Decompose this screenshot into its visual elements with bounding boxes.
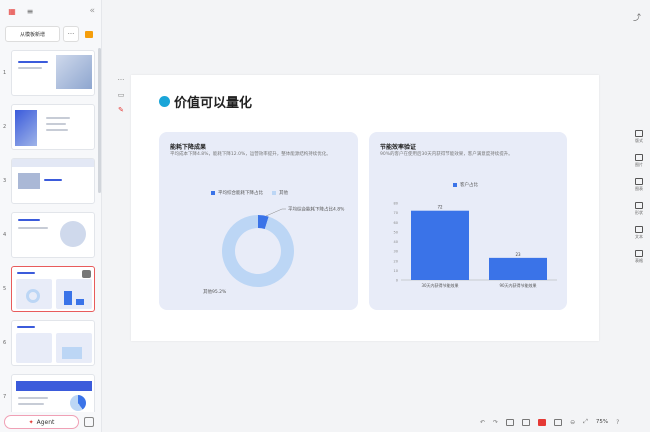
rail-label: 图表 xyxy=(635,186,643,191)
rail-label: 版式 xyxy=(635,138,643,143)
reading-view-icon[interactable] xyxy=(554,418,563,426)
help-icon[interactable]: ? xyxy=(616,419,619,426)
slide-view-icon[interactable] xyxy=(538,418,547,426)
title-bullet-icon xyxy=(159,96,170,107)
notes-icon[interactable] xyxy=(506,418,515,426)
energy-reduction-card[interactable]: 能耗下降成果 平均成本下降4.8%，能耗下降12.0%，运营效率提升，整体能源结… xyxy=(159,132,358,310)
efficiency-card[interactable]: 节能效率验证 90%的客户在使用后30天内获得节能效果，客户满意度持续提升。 客… xyxy=(369,132,567,310)
sparkle-icon: ✦ xyxy=(28,418,34,426)
slide-thumbnail[interactable] xyxy=(11,50,95,96)
more-options-button[interactable]: ··· xyxy=(63,26,79,42)
slide-thumbnail-list: 1 2 3 4 5 6 7 xyxy=(0,48,98,412)
rail-item-chart[interactable]: 图表 xyxy=(635,178,643,192)
slide-number: 5 xyxy=(3,286,7,292)
bar-data-label: 23 xyxy=(515,252,521,257)
y-tick-label: 30 xyxy=(394,250,398,254)
magic-icon[interactable]: ✎ xyxy=(118,106,124,114)
slide-canvas[interactable]: 价值可以量化 能耗下降成果 平均成本下降4.8%，能耗下降12.0%，运营效率提… xyxy=(131,75,599,341)
slide-tool-strip: ··· ▭ ✎ xyxy=(114,76,128,114)
slide-number: 2 xyxy=(3,124,7,130)
bar-data-label: 72 xyxy=(437,205,443,210)
new-slide-from-template-button[interactable]: 从模板新增 xyxy=(5,26,60,42)
image-icon xyxy=(635,154,643,161)
slide-thumbnail-row[interactable]: 5 xyxy=(0,266,98,314)
slide-thumbnail[interactable] xyxy=(11,212,95,258)
slide-number: 4 xyxy=(3,232,7,238)
pie-data-label: 其他95.2% xyxy=(203,288,227,295)
table-icon xyxy=(635,250,643,257)
y-tick-label: 50 xyxy=(394,230,398,234)
slide-thumbnail-row[interactable]: 3 xyxy=(0,158,98,206)
agent-button-label: Agent xyxy=(36,418,55,426)
slide-title-text: 价值可以量化 xyxy=(174,96,253,111)
y-tick-label: 70 xyxy=(394,211,398,215)
right-tool-rail: 版式图片图表形状文本表格 xyxy=(630,130,648,264)
share-icon[interactable]: ⤴ xyxy=(633,12,641,23)
zoom-out-icon[interactable]: ⊖ xyxy=(570,419,575,426)
redo-icon[interactable]: ↷ xyxy=(493,419,498,426)
slide-thumbnail[interactable] xyxy=(11,320,95,366)
rail-item-layout[interactable]: 版式 xyxy=(635,130,643,144)
app-window: ▦ ≡ « 从模板新增 ··· 1234567 ✦ Agent ··· ▭ ✎ … xyxy=(0,0,650,432)
insert-image-icon[interactable] xyxy=(82,26,96,42)
frame-icon[interactable]: ▭ xyxy=(118,91,125,99)
fit-screen-icon[interactable]: ⤢ xyxy=(583,418,588,426)
slide-thumbnail-row[interactable]: 7 xyxy=(0,374,98,412)
slide-number: 1 xyxy=(3,70,7,76)
y-tick-label: 40 xyxy=(394,240,398,244)
y-tick-label: 10 xyxy=(394,269,398,273)
rail-item-image[interactable]: 图片 xyxy=(635,154,643,168)
y-tick-label: 0 xyxy=(396,279,398,283)
slide-thumbnail[interactable] xyxy=(11,158,95,204)
x-category-label: 90天内获得节能效果 xyxy=(499,282,536,288)
rail-label: 图片 xyxy=(635,162,643,167)
x-category-label: 30天内获得节能效果 xyxy=(421,282,458,288)
grid-view-icon[interactable] xyxy=(522,418,531,426)
zoom-level[interactable]: 75% xyxy=(596,419,608,425)
y-tick-label: 20 xyxy=(394,259,398,263)
y-tick-label: 60 xyxy=(394,221,398,225)
slide-title[interactable]: 价值可以量化 xyxy=(159,92,252,111)
thumbnail-scrollbar[interactable] xyxy=(98,48,101,193)
bar xyxy=(411,210,469,280)
slide-thumbnail-row[interactable]: 1 xyxy=(0,50,98,98)
slide-thumbnail[interactable] xyxy=(11,374,95,412)
panel-toggle-icon[interactable] xyxy=(84,417,94,427)
pie-data-label: 平均综合能耗下降占比4.8% xyxy=(288,206,345,213)
slides-tab-icon[interactable]: ▦ xyxy=(6,6,18,16)
agent-button[interactable]: ✦ Agent xyxy=(4,415,79,429)
undo-icon[interactable]: ↶ xyxy=(480,419,485,426)
donut-slice xyxy=(222,215,294,287)
shape-icon xyxy=(635,202,643,209)
slide-thumbnail[interactable] xyxy=(11,104,95,150)
rail-item-shape[interactable]: 形状 xyxy=(635,202,643,216)
pie-label-leader xyxy=(265,208,286,217)
rail-label: 形状 xyxy=(635,210,643,215)
bottom-toolbar: ↶ ↷ ⊖ ⤢ 75% ? xyxy=(480,416,619,428)
more-tools-icon[interactable]: ··· xyxy=(118,76,125,84)
rail-label: 文本 xyxy=(635,234,643,239)
rail-item-table[interactable]: 表格 xyxy=(635,250,643,264)
bar-chart: 0 10 20 30 40 50 60 70 80 72 30天内获得节能效果 23 90天内获得节能效… xyxy=(394,202,557,288)
rail-label: 表格 xyxy=(635,258,643,263)
slide-number: 3 xyxy=(3,178,7,184)
bar xyxy=(489,257,547,280)
layout-icon xyxy=(635,130,643,137)
slide-thumbnail-row[interactable]: 4 xyxy=(0,212,98,260)
sidebar-actions: 从模板新增 ··· xyxy=(0,24,101,44)
sidebar-tabs: ▦ ≡ « xyxy=(0,0,101,22)
slide-thumbnail[interactable] xyxy=(11,266,95,312)
text-icon xyxy=(635,226,643,233)
rail-item-text[interactable]: 文本 xyxy=(635,226,643,240)
donut-chart: 平均综合能耗下降占比4.8% 其他95.2% xyxy=(203,206,345,296)
collapse-sidebar-icon[interactable]: « xyxy=(89,6,95,16)
chart-icon xyxy=(635,178,643,185)
outline-tab-icon[interactable]: ≡ xyxy=(24,6,36,16)
slide-number: 7 xyxy=(3,394,7,400)
y-tick-label: 80 xyxy=(394,202,398,206)
slide-thumbnail-row[interactable]: 2 xyxy=(0,104,98,152)
slide-thumbnail-row[interactable]: 6 xyxy=(0,320,98,368)
slide-number: 6 xyxy=(3,340,7,346)
